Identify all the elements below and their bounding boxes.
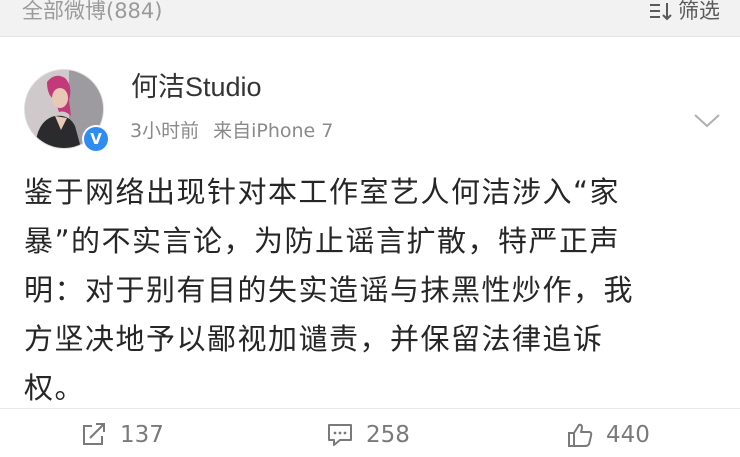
filter-label: 筛选 [678, 0, 720, 25]
post-header: V 何洁Studio 3小时前 来自iPhone 7 [0, 37, 740, 157]
like-count: 440 [606, 422, 650, 448]
comment-count: 258 [366, 422, 410, 448]
post-text-line: 鉴于网络出现针对本工作室艺人何洁涉入“家 [24, 168, 716, 217]
thumbs-up-icon [566, 422, 594, 448]
avatar[interactable]: V [24, 69, 104, 149]
weibo-count-label: 全部微博(884) [22, 0, 162, 25]
chevron-down-icon[interactable] [692, 111, 722, 131]
action-bar: 137 258 440 [0, 418, 740, 457]
username[interactable]: 何洁Studio [131, 70, 262, 104]
post-meta: 3小时前 来自iPhone 7 [130, 119, 333, 143]
top-bar: 全部微博(884) 筛选 [0, 0, 740, 37]
filter-icon [648, 1, 674, 21]
verified-badge: V [82, 125, 110, 153]
repost-icon [80, 422, 108, 448]
divider [0, 408, 740, 409]
post-text-line: 方坚决地予以鄙视加谴责，并保留法律追诉 [24, 315, 716, 364]
comment-icon [326, 422, 354, 448]
filter-button[interactable]: 筛选 [648, 0, 720, 25]
post-source: 来自iPhone 7 [213, 119, 333, 143]
post-text-line: 权。 [24, 364, 716, 413]
post-text-line: 明：对于别有目的失实造谣与抹黑性炒作，我 [24, 266, 716, 315]
post-time: 3小时前 [130, 119, 199, 143]
post-text: 鉴于网络出现针对本工作室艺人何洁涉入“家 暴”的不实言论，为防止谣言扩散，特严正… [24, 168, 716, 413]
repost-count: 137 [120, 422, 164, 448]
post-text-line: 暴”的不实言论，为防止谣言扩散，特严正声 [24, 217, 716, 266]
like-button[interactable]: 440 [566, 422, 650, 448]
comment-button[interactable]: 258 [326, 422, 410, 448]
verified-icon: V [84, 127, 108, 151]
repost-button[interactable]: 137 [80, 422, 164, 448]
